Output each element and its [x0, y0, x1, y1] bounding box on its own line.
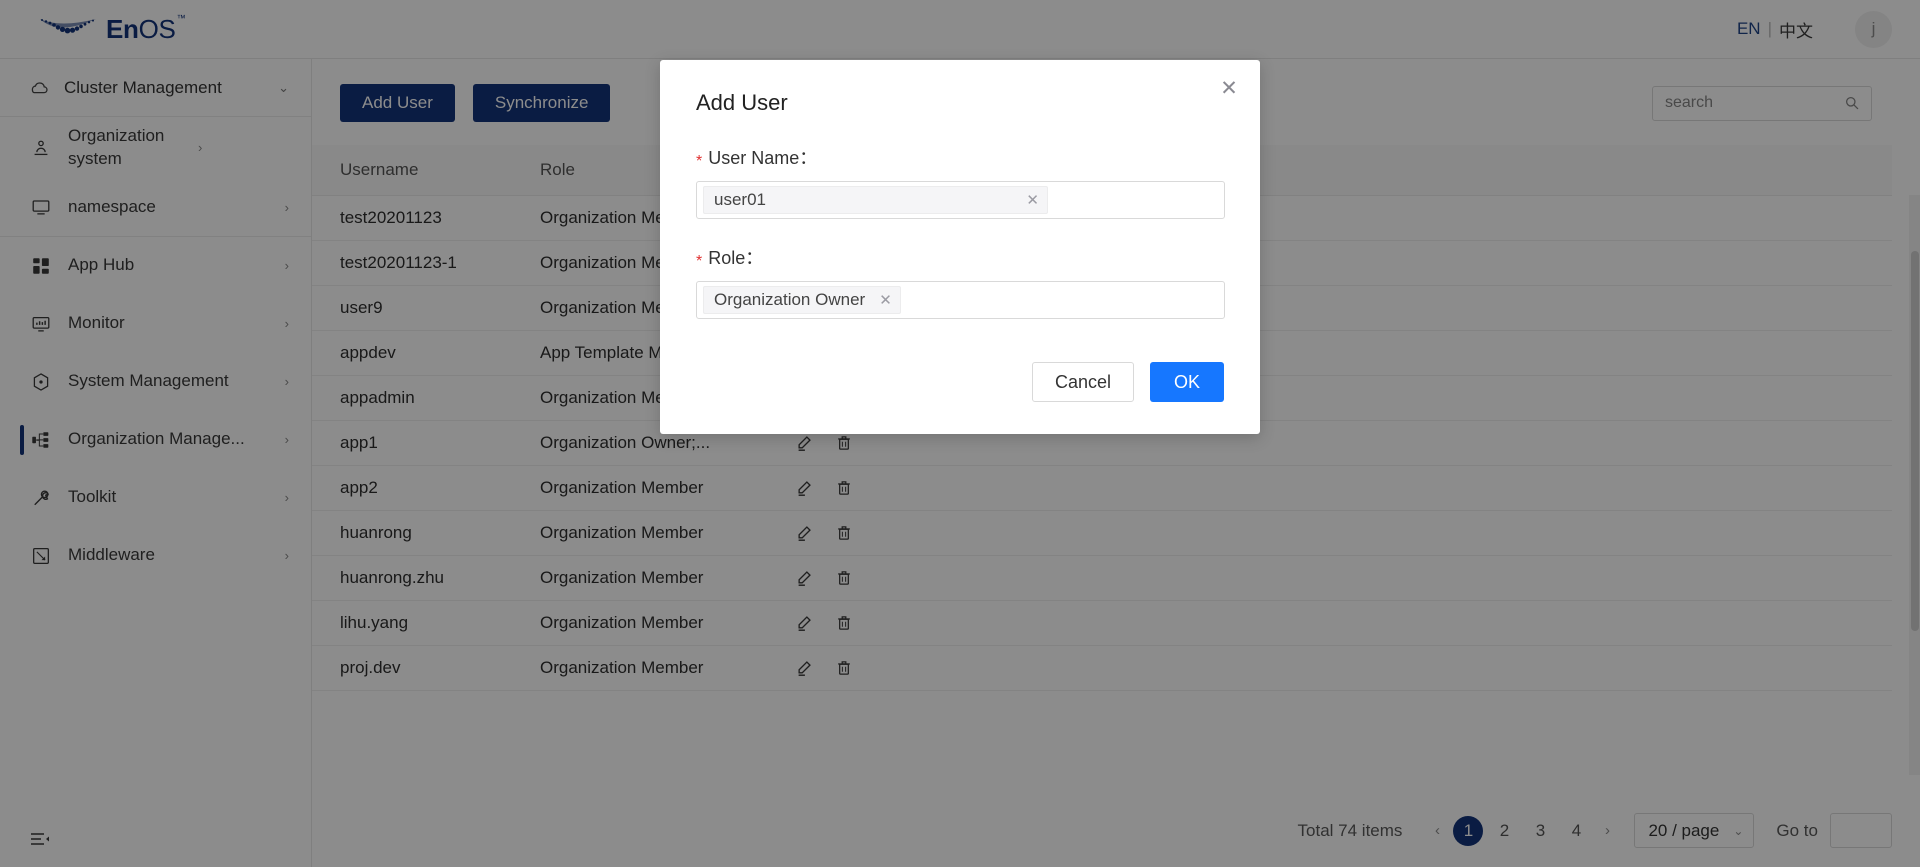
close-icon[interactable]: ✕	[1218, 78, 1240, 100]
ok-button[interactable]: OK	[1150, 362, 1224, 402]
user-name-field: * User Name： user01 ✕	[696, 144, 1224, 219]
role-tag[interactable]: Organization Owner ✕	[703, 286, 901, 314]
user-name-label: User Name：	[708, 144, 817, 170]
role-tag-label: Organization Owner	[714, 290, 865, 310]
user-name-select[interactable]: user01 ✕	[696, 181, 1225, 219]
user-name-tag[interactable]: user01 ✕	[703, 186, 1048, 214]
role-label-row: * Role：	[696, 244, 1224, 270]
cancel-button[interactable]: Cancel	[1032, 362, 1134, 402]
remove-tag-icon[interactable]: ✕	[1026, 191, 1039, 209]
remove-tag-icon[interactable]: ✕	[879, 291, 892, 309]
user-name-label-row: * User Name：	[696, 144, 1224, 170]
role-label: Role：	[708, 244, 763, 270]
add-user-dialog: ✕ Add User * User Name： user01 ✕ * R	[660, 60, 1260, 434]
application-window: EnOS™ EN | 中文 j Cluster Management ⌄	[0, 0, 1920, 867]
user-name-tag-label: user01	[714, 190, 766, 210]
dialog-footer: Cancel OK	[660, 344, 1260, 434]
role-select[interactable]: Organization Owner ✕	[696, 281, 1225, 319]
dialog-body: * User Name： user01 ✕ * Role： Or	[660, 116, 1260, 319]
required-marker: *	[696, 154, 702, 170]
dialog-title: Add User	[660, 60, 1260, 116]
role-field: * Role： Organization Owner ✕	[696, 244, 1224, 319]
required-marker: *	[696, 254, 702, 270]
